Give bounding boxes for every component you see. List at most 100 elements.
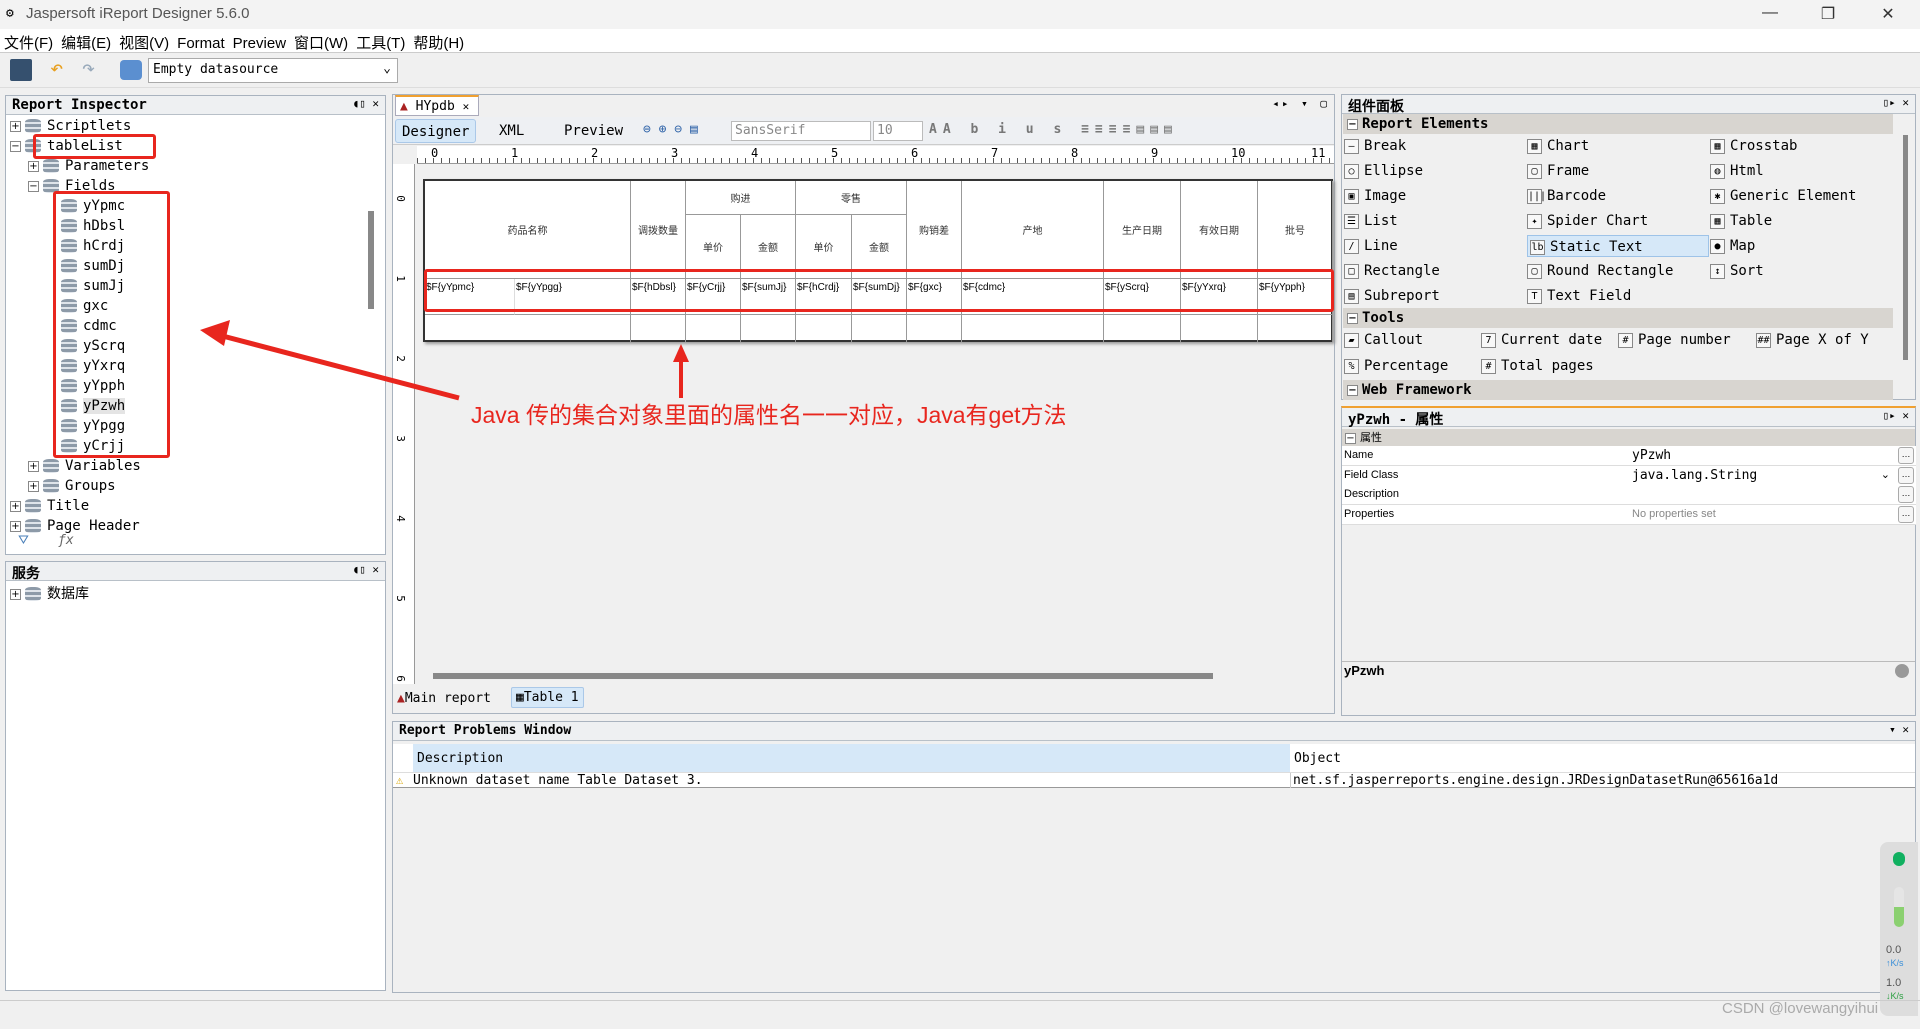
menu-help[interactable]: 帮助(H) [409, 29, 468, 53]
palette-item-chart[interactable]: ▦ Chart [1527, 135, 1589, 157]
palette-item-generic-element[interactable]: ✱ Generic Element [1710, 185, 1856, 207]
minimize-button[interactable]: — [1750, 4, 1790, 22]
expand-icon[interactable]: + [10, 120, 21, 132]
property-value[interactable]: java.lang.String [1632, 466, 1757, 485]
palette-item-callout[interactable]: ▰ Callout [1344, 329, 1423, 351]
expand-icon[interactable]: + [28, 480, 39, 492]
palette-item-subreport[interactable]: ▤ Subreport [1344, 285, 1440, 307]
palette-item-frame[interactable]: ▢ Frame [1527, 160, 1589, 182]
expand-icon[interactable]: + [10, 520, 21, 532]
footer-cell[interactable] [962, 315, 1104, 342]
footer-cell[interactable] [741, 315, 796, 342]
panel-controls[interactable]: ▾ ✕ [1889, 723, 1909, 736]
collapse-icon[interactable]: − [1347, 312, 1358, 324]
footer-cell[interactable] [796, 315, 852, 342]
tab-nav-controls[interactable]: ◂▸ ▾ ▢ [1272, 97, 1330, 110]
menu-preview[interactable]: Preview [229, 32, 290, 52]
ellipsis-button[interactable]: … [1898, 486, 1914, 503]
xml-tab[interactable]: XML [493, 119, 530, 143]
panel-controls[interactable]: ◖▯ ✕ [353, 563, 380, 576]
datasource-select[interactable]: Empty datasource ⌄ [148, 58, 398, 83]
footer-cell[interactable] [686, 315, 741, 342]
ellipsis-button[interactable]: … [1898, 466, 1914, 484]
menu-window[interactable]: 窗口(W) [290, 29, 352, 53]
expand-icon[interactable]: − [28, 180, 39, 192]
column-header-description[interactable]: Description [413, 744, 1290, 772]
tab-hypdb[interactable]: ▲ HYpdb ✕ [395, 95, 479, 116]
palette-item-current-date[interactable]: 7 Current date [1481, 329, 1602, 351]
palette-item-image[interactable]: ▣ Image [1344, 185, 1406, 207]
palette-item-spider-chart[interactable]: ✦ Spider Chart [1527, 210, 1648, 232]
collapse-icon[interactable]: − [1347, 384, 1358, 396]
palette-item-rectangle[interactable]: □ Rectangle [1344, 260, 1440, 282]
properties-section[interactable]: − 属性 [1342, 429, 1915, 447]
palette-section-web-framework[interactable]: − Web Framework [1343, 380, 1893, 400]
palette-item-table[interactable]: ▦ Table [1710, 210, 1772, 232]
collapse-icon[interactable]: − [1345, 432, 1356, 444]
font-size-select[interactable]: 10 [873, 121, 923, 141]
ellipsis-button[interactable]: … [1898, 505, 1914, 523]
zoom-tools-icons[interactable]: ⊜ ⊕ ⊖ ▤ [643, 122, 698, 137]
palette-item-total-pages[interactable]: # Total pages [1481, 355, 1594, 377]
footer-cell[interactable] [425, 315, 631, 342]
property-row-properties[interactable]: Properties No properties set… [1342, 504, 1916, 525]
menu-tools[interactable]: 工具(T) [352, 29, 409, 53]
property-row-description[interactable]: Description… [1342, 485, 1916, 505]
menu-format[interactable]: Format [173, 32, 229, 52]
palette-item-map[interactable]: ● Map [1710, 235, 1755, 257]
property-row-name[interactable]: Name yPzwh… [1342, 446, 1916, 466]
chevron-down-icon[interactable]: ⌄ [1881, 466, 1890, 485]
panel-controls[interactable]: ▯▸ ✕ [1883, 409, 1910, 422]
parameters-filter-icon[interactable]: ⛛ [18, 533, 29, 548]
close-button[interactable]: ✕ [1868, 4, 1908, 24]
menu-view[interactable]: 视图(V) [115, 29, 173, 53]
footer-cell[interactable] [852, 315, 907, 342]
palette-item-barcode[interactable]: |||Barcode [1527, 185, 1606, 207]
palette-section-report-elements[interactable]: − Report Elements [1343, 114, 1893, 134]
table-1-tab[interactable]: ▦Table 1 [511, 687, 584, 708]
network-monitor-widget[interactable]: 0.0 ↑K/s 1.0 ↓K/s [1880, 842, 1918, 1016]
palette-item-page-number[interactable]: # Page number [1618, 329, 1731, 351]
footer-cell[interactable] [631, 315, 686, 342]
tree-item-variables[interactable]: + Variables [28, 456, 141, 476]
preview-tab[interactable]: Preview [558, 119, 629, 143]
tree-item-groups[interactable]: + Groups [28, 476, 116, 496]
panel-controls[interactable]: ◖▯ ✕ [353, 97, 380, 110]
palette-item-percentage[interactable]: % Percentage [1344, 355, 1448, 377]
collapse-icon[interactable]: − [1347, 118, 1358, 130]
property-value[interactable]: No properties set [1632, 505, 1716, 524]
expand-icon[interactable]: + [28, 160, 39, 172]
footer-cell[interactable] [907, 315, 962, 342]
palette-item-break[interactable]: — Break [1344, 135, 1406, 157]
problem-row[interactable]: ⚠ Unknown dataset name Table Dataset 3. … [393, 772, 1915, 788]
palette-item-list[interactable]: ☰ List [1344, 210, 1398, 232]
save-icon[interactable] [10, 59, 32, 81]
expand-icon[interactable]: + [10, 588, 21, 600]
palette-item-html[interactable]: ◍ Html [1710, 160, 1764, 182]
tree-item-title[interactable]: + Title [10, 496, 89, 516]
scrollbar-thumb[interactable] [368, 211, 374, 309]
palette-section-tools[interactable]: − Tools [1343, 308, 1893, 328]
scrollbar-thumb[interactable] [1903, 135, 1908, 360]
palette-item-static-text[interactable]: lb Static Text [1527, 235, 1709, 257]
property-row-field-class[interactable]: Field Class java.lang.String ⌄… [1342, 465, 1916, 486]
palette-item-sort[interactable]: ↕ Sort [1710, 260, 1764, 282]
menu-file[interactable]: 文件(F) [0, 29, 57, 53]
palette-item-round-rectangle[interactable]: ▢ Round Rectangle [1527, 260, 1673, 282]
maximize-button[interactable]: ❐ [1808, 4, 1848, 24]
help-icon[interactable] [1895, 664, 1909, 678]
text-format-icons[interactable]: AA b i u s ≡≡≡≡▤▤▤ [929, 122, 1178, 137]
footer-cell[interactable] [1104, 315, 1181, 342]
footer-cell[interactable] [1258, 315, 1333, 342]
variables-filter-icon[interactable]: ƒx [58, 533, 74, 548]
tree-item-database[interactable]: + 数据库 [10, 584, 89, 604]
footer-cell[interactable] [1181, 315, 1258, 342]
panel-controls[interactable]: ▯▸ ✕ [1883, 96, 1910, 109]
menu-edit[interactable]: 编辑(E) [57, 29, 115, 53]
palette-item-page-x-of-y[interactable]: ## Page X of Y [1756, 329, 1869, 351]
horizontal-scrollbar[interactable] [433, 673, 1213, 679]
tree-item-scriptlets[interactable]: + Scriptlets [10, 116, 131, 136]
designer-tab[interactable]: Designer [395, 119, 477, 143]
main-report-tab[interactable]: ▲Main report [395, 689, 493, 708]
palette-item-text-field[interactable]: T Text Field [1527, 285, 1631, 307]
